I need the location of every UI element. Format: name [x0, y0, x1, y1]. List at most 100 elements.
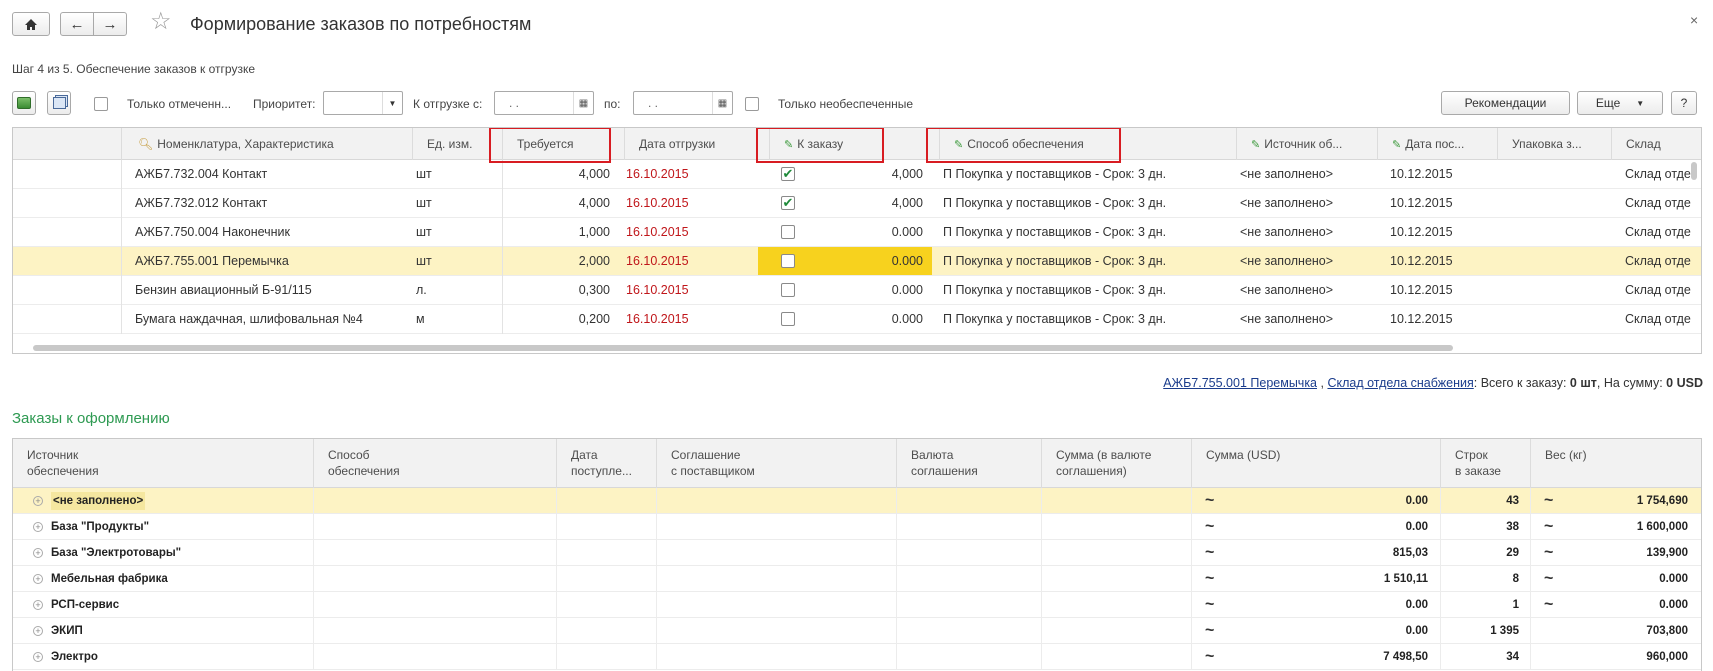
- to-order-checkbox[interactable]: [781, 225, 795, 239]
- calendar-icon[interactable]: ▦: [573, 92, 593, 114]
- table-row[interactable]: + Электро ~7 498,50 34 960,000: [13, 644, 1701, 670]
- cell-sum-usd: 0.00: [1405, 495, 1428, 507]
- cell-to-order: 0.000: [891, 254, 923, 268]
- table-row[interactable]: АЖБ7.732.004 Контакт шт 4,000 16.10.2015 4,0…: [13, 160, 1701, 189]
- col-header-source[interactable]: ✎ Источник об...: [1236, 128, 1377, 160]
- table-row[interactable]: + РСП-сервис ~0.00 1 ~0.000: [13, 592, 1701, 618]
- column-divider: [1530, 592, 1531, 618]
- column-divider: [1191, 592, 1192, 618]
- column-divider: [1440, 488, 1441, 514]
- horizontal-scrollbar[interactable]: [33, 345, 1453, 351]
- item-link[interactable]: АЖБ7.755.001 Перемычка: [1163, 376, 1317, 390]
- cell-lines: 43: [1506, 495, 1519, 507]
- table-row[interactable]: АЖБ7.732.012 Контакт шт 4,000 16.10.2015 4,0…: [13, 189, 1701, 218]
- column-divider: [556, 514, 557, 540]
- col-header-warehouse[interactable]: Склад: [1611, 128, 1701, 160]
- more-button[interactable]: Еще ▼: [1577, 91, 1663, 115]
- table-row[interactable]: + ЭКИП ~0.00 1 395 703,800: [13, 618, 1701, 644]
- table-row[interactable]: + <не заполнено> ~0.00 43 ~1 754,690: [13, 488, 1701, 514]
- expand-icon[interactable]: +: [33, 574, 43, 584]
- to-order-checkbox[interactable]: [781, 312, 795, 326]
- warehouse-link[interactable]: Склад отдела снабжения: [1327, 376, 1473, 390]
- table-row[interactable]: + База "Продукты" ~0.00 38 ~1 600,000: [13, 514, 1701, 540]
- to-order-checkbox[interactable]: ✔: [781, 167, 795, 181]
- col-header-weight[interactable]: Вес (кг): [1530, 439, 1701, 488]
- ship-to-date-input[interactable]: . . ▦: [633, 91, 733, 115]
- col-header-sum-currency[interactable]: Сумма (в валюте соглашения): [1041, 439, 1191, 488]
- cell-lines: 38: [1506, 521, 1519, 533]
- cell-pack: [1501, 189, 1606, 218]
- column-divider: [1440, 566, 1441, 592]
- calendar-icon[interactable]: ▦: [712, 92, 732, 114]
- cell-ship-date: 16.10.2015: [626, 283, 689, 297]
- to-order-checkbox[interactable]: [781, 254, 795, 268]
- col-header-method[interactable]: Способ обеспечения: [313, 439, 556, 488]
- col-header-sum-usd[interactable]: Сумма (USD): [1191, 439, 1440, 488]
- cell-weight: 1 754,690: [1636, 495, 1688, 507]
- col-header-currency[interactable]: Валюта соглашения: [896, 439, 1041, 488]
- column-divider: [1191, 566, 1192, 592]
- tilde-icon: ~: [1544, 596, 1554, 613]
- column-divider: [656, 488, 657, 514]
- ship-from-date-input[interactable]: . . ▦: [494, 91, 594, 115]
- column-divider: [656, 618, 657, 644]
- cell-ship-date: 16.10.2015: [626, 312, 689, 326]
- cell-method: П Покупка у поставщиков - Срок: 3 дн.: [943, 196, 1167, 210]
- recommendations-button[interactable]: Рекомендации: [1441, 91, 1570, 115]
- favorite-star-icon[interactable]: ☆: [150, 10, 172, 34]
- ship-from-label: К отгрузке с:: [413, 97, 483, 111]
- table-row[interactable]: + Мебельная фабрика ~1 510,11 8 ~0.000: [13, 566, 1701, 592]
- copy-button[interactable]: [47, 91, 71, 115]
- tilde-icon: ~: [1205, 622, 1215, 639]
- priority-select[interactable]: ▼: [323, 91, 403, 115]
- back-button[interactable]: ←: [60, 12, 94, 36]
- priority-label: Приоритет:: [253, 97, 316, 111]
- expand-icon[interactable]: +: [33, 652, 43, 662]
- cell-lines: 29: [1506, 547, 1519, 559]
- column-divider: [1440, 644, 1441, 670]
- to-order-checkbox[interactable]: ✔: [781, 196, 795, 210]
- cell-pack: [1501, 305, 1606, 334]
- column-divider: [1191, 644, 1192, 670]
- home-button[interactable]: [12, 12, 50, 36]
- forward-button[interactable]: →: [93, 12, 127, 36]
- vertical-scrollbar[interactable]: [1691, 162, 1697, 180]
- col-header-source[interactable]: Источник обеспечения: [13, 439, 313, 488]
- only-unprovided-checkbox[interactable]: [745, 97, 759, 111]
- help-button[interactable]: ?: [1671, 91, 1697, 115]
- col-header-arrival[interactable]: ✎ Дата пос...: [1377, 128, 1497, 160]
- cell-required: 0,200: [578, 312, 610, 326]
- col-header-agreement[interactable]: Соглашение с поставщиком: [656, 439, 896, 488]
- column-divider: [896, 540, 897, 566]
- expand-icon[interactable]: +: [33, 626, 43, 636]
- tilde-icon: ~: [1544, 570, 1554, 587]
- to-order-checkbox[interactable]: [781, 283, 795, 297]
- col-header-lines[interactable]: Строк в заказе: [1440, 439, 1530, 488]
- table-row[interactable]: АЖБ7.750.004 Наконечник шт 1,000 16.10.2015…: [13, 218, 1701, 247]
- cell-sum-usd: 815,03: [1392, 547, 1428, 559]
- search-icon: 🔍︎: [138, 137, 154, 151]
- expand-icon[interactable]: +: [33, 522, 43, 532]
- column-divider: [556, 540, 557, 566]
- expand-icon[interactable]: +: [33, 496, 43, 506]
- close-icon[interactable]: ×: [1690, 12, 1698, 28]
- chevron-down-icon[interactable]: ▼: [382, 92, 402, 114]
- col-header-arrival-date[interactable]: Дата поступле...: [556, 439, 656, 488]
- col-header-pack[interactable]: Упаковка з...: [1497, 128, 1611, 160]
- column-divider: [896, 514, 897, 540]
- table-row[interactable]: Бумага наждачная, шлифовальная №4 м 0,200 1…: [13, 305, 1701, 334]
- table-row[interactable]: Бензин авиационный Б-91/115 л. 0,300 16.10.…: [13, 276, 1701, 305]
- expand-icon[interactable]: +: [33, 600, 43, 610]
- cell-to-order: 0.000: [891, 225, 923, 239]
- table-row[interactable]: + База "Электротовары" ~815,03 29 ~139,900: [13, 540, 1701, 566]
- col-header-item[interactable]: 🔍︎ Номенклатура, Характеристика: [121, 128, 412, 160]
- cell-weight: 0.000: [1659, 573, 1688, 585]
- cell-lines: 1 395: [1490, 625, 1519, 637]
- cell-arrival: 10.12.2015: [1390, 167, 1453, 181]
- table-row[interactable]: АЖБ7.755.001 Перемычка шт 2,000 16.10.2015 0…: [13, 247, 1701, 276]
- expand-icon[interactable]: +: [33, 548, 43, 558]
- column-divider: [656, 644, 657, 670]
- refresh-button[interactable]: [12, 91, 36, 115]
- only-marked-checkbox[interactable]: [94, 97, 108, 111]
- col-header-ship-date[interactable]: Дата отгрузки: [624, 128, 769, 160]
